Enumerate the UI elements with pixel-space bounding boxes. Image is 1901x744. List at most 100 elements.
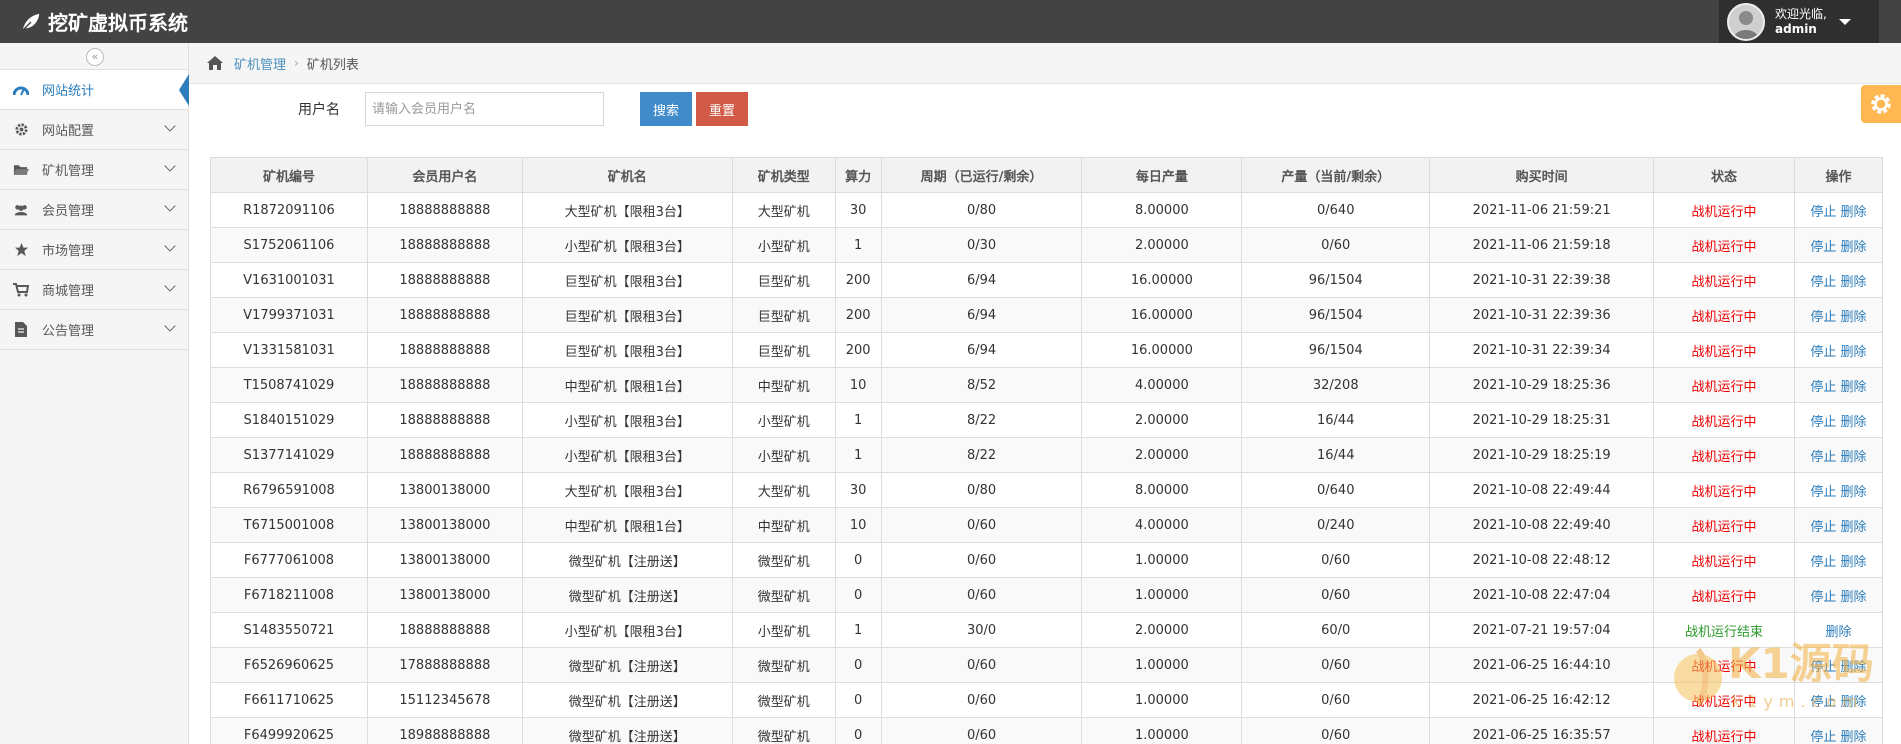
table-cell: 8/52 bbox=[880, 367, 1083, 403]
table-cell: 1.00000 bbox=[1081, 682, 1243, 718]
chevron-down-icon[interactable] bbox=[1838, 18, 1851, 25]
table-cell: 2021-10-08 22:48:12 bbox=[1429, 542, 1655, 578]
table-cell: 小型矿机 bbox=[731, 437, 836, 473]
sidebar-item-miner[interactable]: 矿机管理 bbox=[0, 150, 188, 190]
delete-link[interactable]: 删除 bbox=[1841, 695, 1867, 710]
delete-link[interactable]: 删除 bbox=[1841, 555, 1867, 570]
table-cell: 0 bbox=[834, 682, 882, 718]
breadcrumb-link[interactable]: 矿机管理 bbox=[234, 54, 286, 73]
stop-link[interactable]: 停止 bbox=[1810, 555, 1836, 570]
actions-cell: 停止 删除 bbox=[1793, 332, 1884, 368]
username: admin bbox=[1775, 21, 1817, 36]
table-cell: 2021-06-25 16:44:10 bbox=[1429, 647, 1655, 683]
app-title: 挖矿虚拟币系统 bbox=[48, 11, 188, 35]
sidebar-item-shop[interactable]: 商城管理 bbox=[0, 270, 188, 310]
settings-button[interactable] bbox=[1861, 85, 1901, 123]
sidebar-item-notice[interactable]: 公告管理 bbox=[0, 310, 188, 350]
brand[interactable]: 挖矿虚拟币系统 bbox=[20, 0, 188, 43]
table-cell: 18888888888 bbox=[366, 402, 523, 438]
stop-link[interactable]: 停止 bbox=[1810, 205, 1836, 220]
status-cell: 战机运行中 bbox=[1653, 507, 1795, 543]
table-cell: F6611710625 bbox=[210, 682, 368, 718]
delete-link[interactable]: 删除 bbox=[1841, 730, 1867, 744]
status-cell: 战机运行中 bbox=[1653, 577, 1795, 613]
table-row: V1331581031 18888888888 巨型矿机【限租3台】 巨型矿机 200 6… bbox=[210, 332, 1884, 368]
table-cell: 30/0 bbox=[880, 612, 1083, 648]
home-icon[interactable] bbox=[206, 55, 224, 71]
sidebar: « 网站统计 网站配置 矿机管理 会员管理 市场管理 商城管理 公告管理 bbox=[0, 43, 189, 744]
table-cell: 微型矿机【注册送】 bbox=[521, 577, 733, 613]
stop-link[interactable]: 停止 bbox=[1810, 345, 1836, 360]
stop-link[interactable]: 停止 bbox=[1810, 730, 1836, 744]
stop-link[interactable]: 停止 bbox=[1810, 485, 1836, 500]
table-cell: 30 bbox=[834, 192, 882, 228]
column-header: 矿机名 bbox=[521, 157, 733, 193]
chevron-down-icon bbox=[164, 240, 176, 252]
delete-link[interactable]: 删除 bbox=[1841, 310, 1867, 325]
table-cell: 0/60 bbox=[880, 577, 1083, 613]
search-button[interactable]: 搜索 bbox=[640, 92, 692, 126]
delete-link[interactable]: 删除 bbox=[1841, 590, 1867, 605]
delete-link[interactable]: 删除 bbox=[1841, 240, 1867, 255]
column-header: 每日产量 bbox=[1081, 157, 1243, 193]
column-header: 购买时间 bbox=[1429, 157, 1655, 193]
column-header: 状态 bbox=[1653, 157, 1795, 193]
stop-link[interactable]: 停止 bbox=[1810, 520, 1836, 535]
status-cell: 战机运行结束 bbox=[1653, 612, 1795, 648]
avatar bbox=[1727, 2, 1765, 41]
table-cell: 大型矿机【限租3台】 bbox=[521, 472, 733, 508]
reset-button[interactable]: 重置 bbox=[696, 92, 748, 126]
stop-link[interactable]: 停止 bbox=[1810, 240, 1836, 255]
table-cell: 10 bbox=[834, 367, 882, 403]
sidebar-item-market[interactable]: 市场管理 bbox=[0, 230, 188, 270]
sidebar-collapse-bar: « bbox=[0, 43, 188, 70]
table-cell: 0 bbox=[834, 542, 882, 578]
table-cell: 2021-10-29 18:25:36 bbox=[1429, 367, 1655, 403]
delete-link[interactable]: 删除 bbox=[1841, 520, 1867, 535]
table-cell: 2021-11-06 21:59:21 bbox=[1429, 192, 1655, 228]
username-search-input[interactable] bbox=[365, 92, 604, 126]
table-row: V1631001031 18888888888 巨型矿机【限租3台】 巨型矿机 200 6… bbox=[210, 262, 1884, 298]
delete-link[interactable]: 删除 bbox=[1841, 450, 1867, 465]
table-cell: 0/60 bbox=[880, 717, 1083, 744]
table-cell: 8/22 bbox=[880, 437, 1083, 473]
status-cell: 战机运行中 bbox=[1653, 437, 1795, 473]
table-cell: 中型矿机【限租1台】 bbox=[521, 507, 733, 543]
actions-cell: 停止 删除 bbox=[1793, 297, 1884, 333]
stop-link[interactable]: 停止 bbox=[1810, 590, 1836, 605]
sidebar-item-members[interactable]: 会员管理 bbox=[0, 190, 188, 230]
delete-link[interactable]: 删除 bbox=[1841, 205, 1867, 220]
delete-link[interactable]: 删除 bbox=[1841, 485, 1867, 500]
table-row: S1483550721 18888888888 小型矿机【限租3台】 小型矿机 1 30/… bbox=[210, 612, 1884, 648]
stop-link[interactable]: 停止 bbox=[1810, 415, 1836, 430]
table-row: F6611710625 15112345678 微型矿机【注册送】 微型矿机 0 0/60… bbox=[210, 682, 1884, 718]
table-cell: 0/60 bbox=[880, 647, 1083, 683]
stop-link[interactable]: 停止 bbox=[1810, 450, 1836, 465]
delete-link[interactable]: 删除 bbox=[1841, 345, 1867, 360]
table-cell: 微型矿机【注册送】 bbox=[521, 682, 733, 718]
column-header: 会员用户名 bbox=[366, 157, 523, 193]
table-cell: 0/60 bbox=[1241, 717, 1431, 744]
table-cell: 18888888888 bbox=[366, 332, 523, 368]
stop-link[interactable]: 停止 bbox=[1810, 695, 1836, 710]
actions-cell: 停止 删除 bbox=[1793, 192, 1884, 228]
delete-link[interactable]: 删除 bbox=[1841, 415, 1867, 430]
status-cell: 战机运行中 bbox=[1653, 297, 1795, 333]
stop-link[interactable]: 停止 bbox=[1810, 310, 1836, 325]
table-cell: 18888888888 bbox=[366, 367, 523, 403]
status-cell: 战机运行中 bbox=[1653, 192, 1795, 228]
delete-link[interactable]: 删除 bbox=[1841, 380, 1867, 395]
stop-link[interactable]: 停止 bbox=[1810, 275, 1836, 290]
delete-link[interactable]: 删除 bbox=[1841, 660, 1867, 675]
stop-link[interactable]: 停止 bbox=[1810, 660, 1836, 675]
collapse-icon[interactable]: « bbox=[86, 48, 104, 66]
stop-link[interactable]: 停止 bbox=[1810, 380, 1836, 395]
sidebar-item-site-config[interactable]: 网站配置 bbox=[0, 110, 188, 150]
user-menu[interactable]: 欢迎光临, admin bbox=[1719, 0, 1879, 43]
table-cell: 小型矿机【限租3台】 bbox=[521, 612, 733, 648]
sidebar-item-label: 网站配置 bbox=[42, 124, 95, 139]
delete-link[interactable]: 删除 bbox=[1825, 625, 1851, 640]
table-cell: S1840151029 bbox=[210, 402, 368, 438]
sidebar-item-dashboard[interactable]: 网站统计 bbox=[0, 70, 189, 110]
delete-link[interactable]: 删除 bbox=[1841, 275, 1867, 290]
